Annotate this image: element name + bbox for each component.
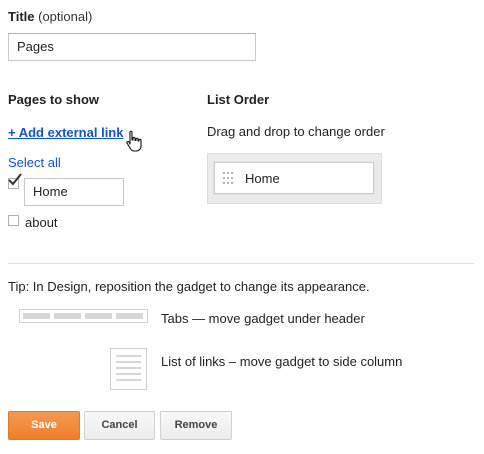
about-page-label: about xyxy=(25,215,58,230)
title-label: Title (optional) xyxy=(8,9,92,24)
home-page-title-input[interactable]: Home xyxy=(24,178,124,206)
drag-grip-icon[interactable] xyxy=(222,171,234,185)
design-tip: Tip: In Design, reposition the gadget to… xyxy=(8,279,370,294)
section-divider xyxy=(8,263,474,264)
about-checkbox[interactable] xyxy=(8,215,19,226)
order-item-label: Home xyxy=(245,171,280,186)
remove-button[interactable]: Remove xyxy=(160,411,232,440)
select-all-link[interactable]: Select all xyxy=(8,155,61,170)
save-button[interactable]: Save xyxy=(8,411,80,440)
drag-instructions: Drag and drop to change order xyxy=(207,124,385,139)
list-order-heading: List Order xyxy=(207,92,270,107)
add-external-link[interactable]: + Add external link xyxy=(8,125,123,140)
checkmark-icon xyxy=(8,173,22,186)
list-layout-label: List of links – move gadget to side colu… xyxy=(161,354,403,369)
cancel-button[interactable]: Cancel xyxy=(84,411,155,440)
pointer-hand-icon xyxy=(126,130,142,152)
title-optional-note: (optional) xyxy=(38,9,93,24)
pages-to-show-heading: Pages to show xyxy=(8,92,100,107)
list-layout-icon xyxy=(110,348,147,390)
tabs-layout-icon xyxy=(19,309,148,323)
tabs-layout-label: Tabs — move gadget under header xyxy=(161,311,365,326)
order-list-item[interactable] xyxy=(213,161,375,195)
title-label-text: Title xyxy=(8,9,35,24)
title-input[interactable]: Pages xyxy=(8,33,256,61)
